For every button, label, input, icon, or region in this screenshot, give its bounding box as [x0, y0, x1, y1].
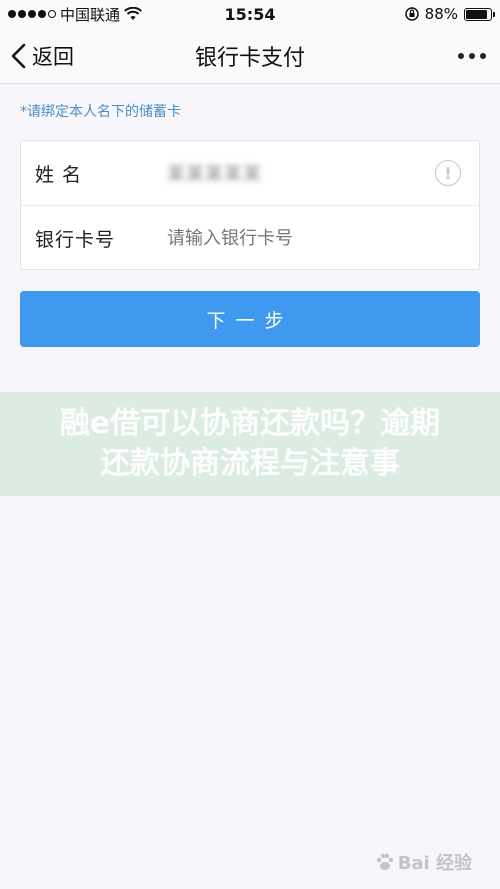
name-value: 某某某某某 — [167, 164, 262, 185]
back-button[interactable]: 返回 — [8, 41, 74, 71]
battery-icon — [464, 7, 495, 21]
overlay-banner: 融e借可以协商还款吗？逾期还款协商流程与注意事 — [0, 392, 500, 496]
status-time: 15:54 — [224, 4, 276, 24]
wifi-icon — [124, 7, 142, 20]
orientation-lock-icon — [404, 7, 419, 21]
name-label: 姓 名 — [35, 163, 83, 186]
battery-percent: 88% — [424, 5, 458, 23]
nav-bar: 返回 银行卡支付 — [0, 28, 500, 84]
more-menu-icon[interactable] — [458, 52, 492, 59]
next-button[interactable]: 下一步 — [20, 291, 480, 347]
back-label: 返回 — [32, 44, 74, 69]
carrier-label: 中国联通 — [60, 5, 121, 24]
chevron-left-icon — [11, 43, 26, 68]
battery-fill — [466, 9, 488, 19]
card-number-label: 银行卡号 — [35, 228, 116, 251]
status-right: 88% — [322, 5, 495, 23]
paw-icon — [376, 853, 393, 870]
card-form: 姓 名 某某某某某 ! 银行卡号 — [20, 140, 480, 270]
name-row: 姓 名 某某某某某 ! — [21, 141, 479, 205]
bind-hint: *请绑定本人名下的储蓄卡 — [20, 104, 181, 120]
info-icon[interactable]: ! — [435, 160, 461, 186]
status-left: 中国联通 — [8, 4, 178, 25]
watermark: Bai 经验 — [374, 849, 472, 875]
card-number-row: 银行卡号 — [21, 205, 479, 270]
status-bar: 中国联通 15:54 88% — [0, 0, 500, 28]
signal-icon — [8, 10, 56, 18]
overlay-title: 融e借可以协商还款吗？逾期还款协商流程与注意事 — [59, 406, 441, 481]
watermark-label: Bai 经验 — [397, 853, 472, 874]
page-title: 银行卡支付 — [194, 45, 306, 71]
card-number-input[interactable] — [167, 227, 465, 249]
